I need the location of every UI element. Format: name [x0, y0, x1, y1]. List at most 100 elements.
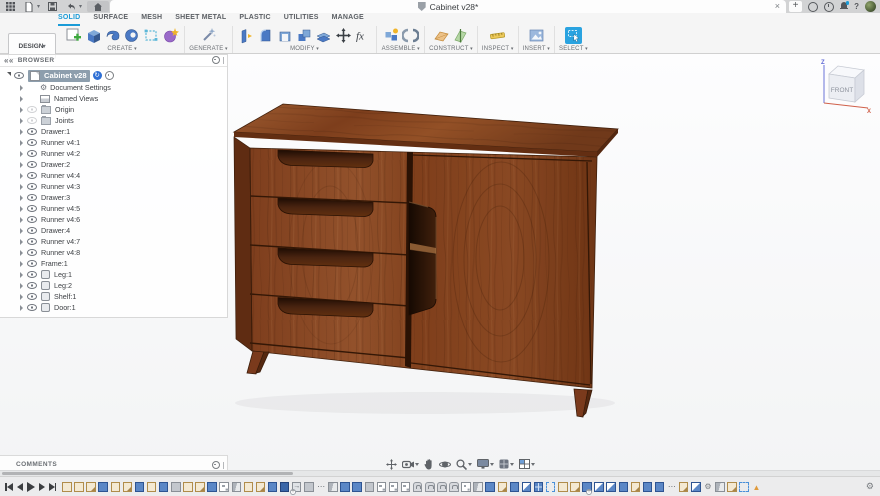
timeline-feature-extrude-icon[interactable] [268, 482, 278, 492]
timeline-feature-pattern-icon[interactable] [219, 482, 229, 492]
timeline-feature-extrude-icon[interactable] [619, 482, 629, 492]
activate-component-radio-icon[interactable] [105, 71, 114, 80]
timeline-feature-pattern-icon[interactable] [389, 482, 399, 492]
browser-item-leg-1[interactable]: Leg:1 [0, 269, 227, 280]
comments-options-icon[interactable] [212, 461, 220, 469]
timeline-group-marker[interactable]: + [290, 489, 296, 495]
viewports-caret-icon[interactable] [531, 463, 535, 466]
timeline-feature-joint-icon[interactable] [425, 482, 435, 492]
timeline-step-back-button[interactable] [17, 483, 23, 491]
timeline-feature-mirror-icon[interactable] [232, 482, 242, 492]
browser-item-shelf-1[interactable]: Shelf:1 [0, 291, 227, 302]
expand-arrow-icon[interactable] [20, 228, 23, 234]
expand-arrow-icon[interactable] [20, 283, 23, 289]
select-group-label[interactable]: SELECT [559, 46, 588, 52]
timeline-jump-start-button[interactable] [5, 483, 13, 491]
timeline-feature-sketch-f-icon[interactable] [570, 482, 580, 492]
timeline-feature-dots-icon[interactable] [667, 482, 677, 492]
expand-arrow-icon[interactable] [20, 294, 23, 300]
browser-item-leg-2[interactable]: Leg:2 [0, 280, 227, 291]
browser-item-runner-v4-6[interactable]: Runner v4:6 [0, 214, 227, 225]
expand-arrow-icon[interactable] [20, 184, 23, 190]
timeline-group-marker[interactable]: + [586, 489, 592, 495]
ribbon-tab-surface[interactable]: SURFACE [93, 12, 128, 26]
visibility-eye-icon[interactable] [27, 106, 37, 113]
change-parameters-fx-icon[interactable]: fx [354, 27, 371, 44]
save-icon[interactable] [47, 1, 58, 12]
construct-axis-icon[interactable] [452, 27, 469, 44]
browser-item-drawer-4[interactable]: Drawer:4 [0, 225, 227, 236]
timeline-feature-sketch-icon[interactable] [62, 482, 72, 492]
timeline-feature-sketch-icon[interactable] [147, 482, 157, 492]
browser-item-runner-v4-5[interactable]: Runner v4:5 [0, 203, 227, 214]
visibility-eye-icon[interactable] [27, 128, 37, 135]
timeline-feature-box-icon[interactable] [171, 482, 181, 492]
browser-item-runner-v4-7[interactable]: Runner v4:7 [0, 236, 227, 247]
browser-item-door-1[interactable]: Door:1 [0, 302, 227, 313]
view-cube[interactable]: FRONT Z X [816, 57, 872, 115]
timeline-feature-sketch-f-icon[interactable] [727, 482, 737, 492]
control-point-box-icon[interactable] [143, 27, 160, 44]
pan-hand-icon[interactable] [424, 459, 434, 470]
timeline-feature-sketch-f-icon[interactable] [195, 482, 205, 492]
timeline-feature-joint-icon[interactable] [437, 482, 447, 492]
timeline-play-button[interactable] [27, 482, 35, 492]
construct-group-label[interactable]: CONSTRUCT [429, 46, 473, 52]
timeline-feature-box-icon[interactable] [365, 482, 375, 492]
combine-icon[interactable] [296, 27, 313, 44]
timeline-feature-grid-icon[interactable] [534, 482, 544, 492]
grid-snaps-icon[interactable] [499, 459, 514, 469]
timeline-feature-extrude-icon[interactable] [485, 482, 495, 492]
timeline-feature-sketch-f-icon[interactable] [86, 482, 96, 492]
timeline-feature-pattern-icon[interactable] [401, 482, 411, 492]
expand-arrow-icon[interactable] [20, 261, 23, 267]
timeline-feature-quarter-icon[interactable] [522, 482, 532, 492]
timeline-feature-pattern-icon[interactable] [461, 482, 471, 492]
expand-arrow-icon[interactable] [20, 206, 23, 212]
browser-item-frame-1[interactable]: Frame:1 [0, 258, 227, 269]
shell-icon[interactable] [277, 27, 294, 44]
orbit-icon[interactable] [439, 459, 451, 470]
timeline-feature-dots-icon[interactable] [316, 482, 326, 492]
timeline-feature-mirror-icon[interactable] [328, 482, 338, 492]
expand-arrow-icon[interactable] [20, 305, 23, 311]
ribbon-tab-manage[interactable]: MANAGE [332, 12, 364, 26]
expand-arrow-icon[interactable] [20, 129, 23, 135]
timeline-feature-extrude-icon[interactable] [98, 482, 108, 492]
modify-group-label[interactable]: MODIFY [290, 46, 319, 52]
zoom-icon[interactable] [456, 459, 472, 470]
visibility-eye-icon[interactable] [27, 304, 37, 311]
expand-arrow-icon[interactable] [20, 151, 23, 157]
ribbon-tab-plastic[interactable]: PLASTIC [239, 12, 270, 26]
timeline-feature-extrude-icon[interactable] [207, 482, 217, 492]
create-form-icon[interactable] [162, 27, 179, 44]
timeline-feature-extrude-icon[interactable] [643, 482, 653, 492]
visibility-eye-icon[interactable] [27, 260, 37, 267]
generate-group-label[interactable]: GENERATE [189, 46, 227, 52]
timeline-feature-extrude-icon[interactable] [159, 482, 169, 492]
timeline-feature-sketch-icon[interactable] [244, 482, 254, 492]
visibility-eye-icon[interactable] [27, 150, 37, 157]
expand-arrow-icon[interactable] [20, 239, 23, 245]
construct-plane-icon[interactable] [433, 27, 450, 44]
data-panel-grid-icon[interactable] [5, 1, 16, 12]
collapse-panel-icon[interactable]: «« [4, 56, 14, 65]
undo-caret-icon[interactable]: ▾ [79, 3, 82, 10]
timeline-feature-sketch-icon[interactable] [111, 482, 121, 492]
assemble-group-label[interactable]: ASSEMBLE [382, 46, 420, 52]
ribbon-tab-mesh[interactable]: MESH [141, 12, 162, 26]
viewports-icon[interactable] [519, 459, 535, 469]
expand-arrow-icon[interactable] [20, 250, 23, 256]
timeline-feature-joint-icon[interactable] [449, 482, 459, 492]
visibility-eye-icon[interactable] [27, 249, 37, 256]
timeline-jump-end-button[interactable] [49, 483, 57, 491]
press-pull-icon[interactable] [238, 27, 255, 44]
timeline-feature-mirror-icon[interactable] [715, 482, 725, 492]
look-at-icon[interactable] [402, 460, 419, 469]
fillet-icon[interactable] [257, 27, 274, 44]
browser-options-icon[interactable] [212, 56, 220, 64]
generate-wand-icon[interactable] [200, 27, 217, 44]
timeline-feature-extrude-icon[interactable] [352, 482, 362, 492]
move-icon[interactable] [335, 27, 352, 44]
offset-face-icon[interactable] [315, 27, 332, 44]
